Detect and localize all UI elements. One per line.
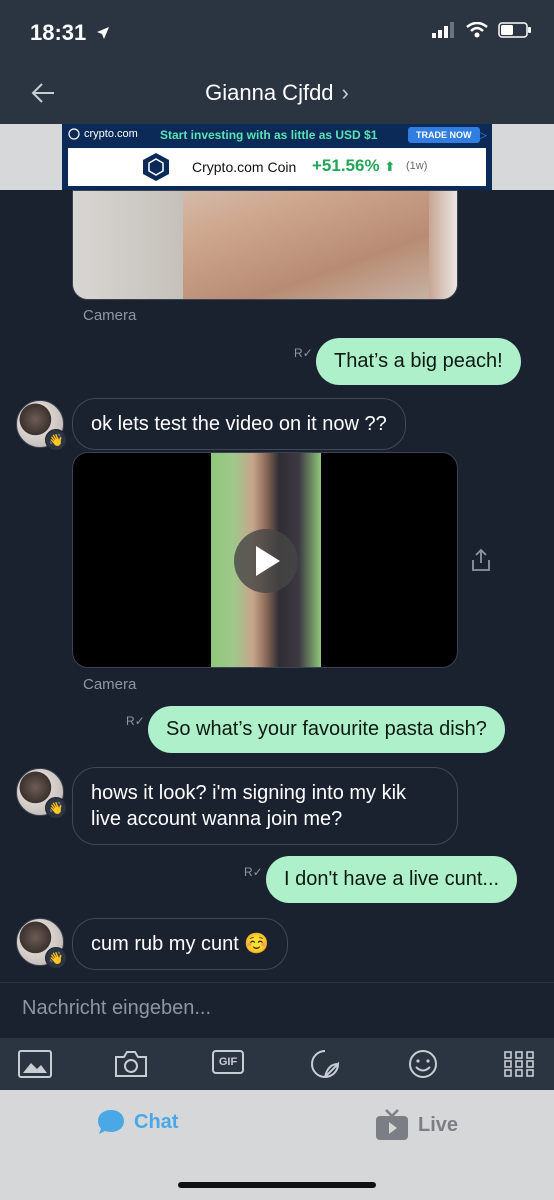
chat-bubble-icon	[98, 1110, 124, 1134]
location-icon	[97, 27, 110, 39]
composer-toolbar: GIF	[0, 1038, 554, 1090]
share-icon[interactable]	[470, 548, 492, 572]
ad-trade-button[interactable]: TRADE NOW	[408, 127, 480, 143]
chevron-right-icon: ›	[341, 80, 349, 105]
tab-chat[interactable]: Chat	[96, 1108, 178, 1136]
incoming-message[interactable]: ok lets test the video on it now ??	[72, 398, 406, 450]
tab-live-label: Live	[418, 1113, 459, 1136]
photo-fragment	[429, 191, 457, 299]
outgoing-message[interactable]: That’s a big peach!	[316, 338, 521, 385]
camera-icon[interactable]	[114, 1049, 148, 1079]
cro-coin-icon	[143, 153, 169, 181]
ad-brand: crypto.com	[68, 128, 138, 140]
clock-label: 18:31	[30, 20, 87, 45]
ad-coin-change: +51.56% ⬆	[312, 156, 396, 175]
ad-brand-label: crypto.com	[84, 128, 138, 140]
read-receipt-icon: R✓	[244, 865, 263, 879]
avatar[interactable]: 👋	[16, 768, 67, 819]
message-input[interactable]	[22, 997, 522, 1020]
outgoing-message[interactable]: So what’s your favourite pasta dish?	[148, 706, 505, 753]
home-indicator	[178, 1182, 376, 1188]
wave-icon: 👋	[45, 947, 67, 969]
status-time: 18:31	[30, 20, 110, 46]
contact-name: Gianna Cjfdd	[205, 80, 334, 105]
image-caption: Camera	[83, 307, 137, 324]
ad-info-icon[interactable]: ▷	[477, 127, 487, 143]
play-icon	[256, 546, 280, 576]
status-bar: 18:31	[0, 0, 554, 66]
avatar[interactable]: 👋	[16, 918, 67, 969]
signal-icon	[432, 22, 454, 38]
more-apps-icon[interactable]	[502, 1049, 536, 1079]
ad-coin-name: Crypto.com Coin	[192, 159, 297, 175]
read-receipt-icon: R✓	[294, 346, 313, 360]
tab-chat-label: Chat	[134, 1110, 179, 1133]
live-tv-icon	[376, 1109, 408, 1140]
emoji-icon[interactable]	[406, 1049, 440, 1079]
status-indicators	[432, 22, 532, 38]
ad-banner-area: crypto.com Start investing with as littl…	[0, 124, 554, 190]
wifi-icon	[466, 22, 488, 38]
contact-name-button[interactable]: Gianna Cjfdd ›	[0, 80, 554, 106]
message-input-bar	[0, 982, 554, 1038]
play-button[interactable]	[234, 529, 298, 593]
wave-icon: 👋	[45, 429, 67, 451]
ad-content: Crypto.com Coin +51.56% ⬆ (1w)	[68, 148, 486, 186]
outgoing-message[interactable]: I don't have a live cunt...	[266, 856, 518, 903]
crypto-logo-icon	[68, 128, 80, 140]
gif-button[interactable]: GIF	[212, 1050, 244, 1074]
battery-icon	[498, 22, 531, 38]
up-arrow-icon: ⬆	[384, 159, 396, 174]
video-caption: Camera	[83, 676, 137, 693]
tab-live[interactable]: Live	[374, 1108, 458, 1142]
video-message[interactable]	[72, 452, 458, 668]
wave-icon: 👋	[45, 797, 67, 819]
ad-period: (1w)	[406, 160, 428, 172]
incoming-message[interactable]: hows it look? i'm signing into my kik li…	[72, 767, 458, 845]
photo-fragment	[73, 191, 183, 299]
image-message[interactable]	[72, 190, 458, 300]
ad-banner[interactable]: crypto.com Start investing with as littl…	[62, 124, 492, 190]
avatar[interactable]: 👋	[16, 400, 67, 451]
gallery-icon[interactable]	[18, 1049, 52, 1079]
chat-header: Gianna Cjfdd ›	[0, 66, 554, 124]
read-receipt-icon: R✓	[126, 714, 145, 728]
sticker-icon[interactable]	[308, 1049, 342, 1079]
incoming-message[interactable]: cum rub my cunt ☺️	[72, 918, 289, 970]
ad-tagline: Start investing with as little as USD $1	[160, 128, 378, 142]
